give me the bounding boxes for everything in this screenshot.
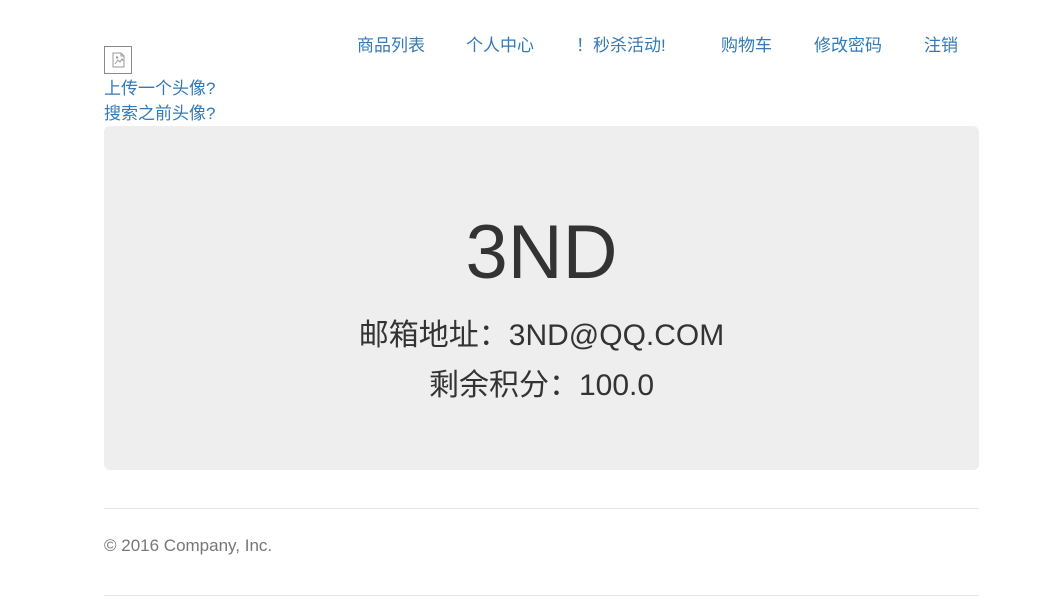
- footer-divider: [104, 508, 979, 509]
- copyright-text: © 2016 Company, Inc.: [104, 536, 273, 555]
- footer-bottom-divider: [104, 595, 979, 596]
- profile-jumbotron: 3ND 邮箱地址：3ND@QQ.COM 剩余积分：100.0: [104, 126, 979, 470]
- nav-item-logout[interactable]: 注销: [924, 34, 958, 58]
- broken-image-icon: [112, 52, 125, 68]
- nav-item-cart[interactable]: 购物车: [721, 34, 772, 58]
- nav-item-flash-sale[interactable]: ！秒杀活动!: [576, 34, 666, 58]
- avatar[interactable]: [104, 46, 132, 74]
- search-avatar-link[interactable]: 搜索之前头像?: [104, 103, 215, 125]
- points-text: 剩余积分：100.0: [428, 369, 655, 402]
- upload-avatar-link[interactable]: 上传一个头像?: [104, 78, 215, 100]
- username-heading: 3ND: [465, 210, 618, 295]
- top-nav: 商品列表 个人中心 ！秒杀活动! 购物车 修改密码 注销: [0, 34, 1045, 60]
- nav-item-product-list[interactable]: 商品列表: [357, 34, 425, 58]
- page: 商品列表 个人中心 ！秒杀活动! 购物车 修改密码 注销 上传一个头像? 搜索之…: [0, 0, 1045, 604]
- email-text: 邮箱地址：3ND@QQ.COM: [358, 319, 725, 352]
- nav-item-change-password[interactable]: 修改密码: [814, 34, 882, 58]
- nav-item-personal-center[interactable]: 个人中心: [466, 34, 534, 58]
